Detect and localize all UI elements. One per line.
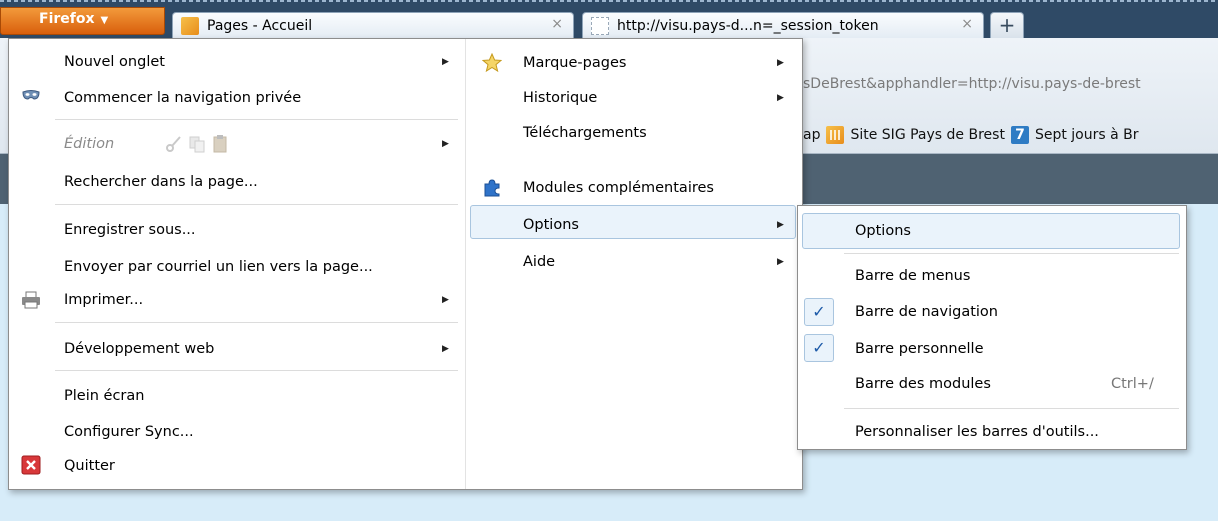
shortcut-label: Ctrl+/ <box>1111 376 1154 392</box>
sig-site-icon <box>826 126 845 144</box>
menu-separator <box>55 322 458 323</box>
private-mask-icon <box>22 90 40 100</box>
submenu-arrow-icon: ▶ <box>777 257 784 267</box>
submenu-item-navigation-bar[interactable]: Barre de navigation <box>855 297 1175 327</box>
menu-item-find-in-page[interactable]: Rechercher dans la page... <box>64 167 454 197</box>
bookmark-item[interactable]: Sept jours à Br <box>1035 127 1139 143</box>
menu-separator <box>55 204 458 205</box>
checkmark-icon: ✓ <box>804 298 834 326</box>
tab-title: http://visu.pays-d...n=_session_token <box>617 17 879 34</box>
menu-item-downloads[interactable]: Téléchargements <box>523 118 793 148</box>
menu-item-options[interactable]: Options ▶ <box>523 210 793 240</box>
firefox-menu-button[interactable]: Firefox ▼ <box>0 7 165 35</box>
submenu-arrow-icon: ▶ <box>777 58 784 68</box>
menu-separator <box>55 119 458 120</box>
bookmarks-toolbar: ap Site SIG Pays de Brest 7 Sept jours à… <box>803 126 1138 144</box>
menu-item-quit[interactable]: Quitter <box>64 451 454 481</box>
sig-favicon-icon <box>181 16 199 35</box>
menu-item-send-link[interactable]: Envoyer par courriel un lien vers la pag… <box>64 252 454 282</box>
cut-icon <box>166 136 181 152</box>
menu-separator <box>844 253 1179 254</box>
dropdown-arrow-icon: ▼ <box>100 15 109 26</box>
options-submenu: Options Barre de menus ✓ Barre de naviga… <box>797 205 1187 450</box>
menu-item-setup-sync[interactable]: Configurer Sync... <box>64 417 454 447</box>
copy-icon <box>189 136 205 153</box>
menu-item-new-tab[interactable]: Nouvel onglet ▶ <box>64 47 454 77</box>
menu-separator <box>55 370 458 371</box>
menu-item-edit[interactable]: Édition ▶ <box>64 129 454 159</box>
star-icon <box>482 53 502 73</box>
printer-icon <box>22 291 40 309</box>
menu-separator <box>844 408 1179 409</box>
submenu-arrow-icon: ▶ <box>442 57 449 67</box>
close-tab-icon[interactable]: × <box>961 16 973 32</box>
paste-icon <box>213 135 227 153</box>
menu-item-full-screen[interactable]: Plein écran <box>64 381 454 411</box>
menu-column-divider <box>465 39 466 489</box>
bookmark-item[interactable]: Site SIG Pays de Brest <box>850 127 1004 143</box>
new-tab-button[interactable]: + <box>990 12 1024 38</box>
tab-session-token[interactable]: http://visu.pays-d...n=_session_token × <box>582 12 984 38</box>
menu-item-web-developer[interactable]: Développement web ▶ <box>64 334 454 364</box>
url-bar-text[interactable]: sDeBrest&apphandler=http://visu.pays-de-… <box>803 76 1141 92</box>
submenu-arrow-icon: ▶ <box>442 295 449 305</box>
menu-item-help[interactable]: Aide ▶ <box>523 247 793 277</box>
submenu-arrow-icon: ▶ <box>777 93 784 103</box>
puzzle-icon <box>484 179 500 197</box>
menu-item-save-as[interactable]: Enregistrer sous... <box>64 215 454 245</box>
menu-item-addons[interactable]: Modules complémentaires <box>523 173 793 203</box>
submenu-item-personal-bar[interactable]: Barre personnelle <box>855 334 1175 364</box>
submenu-item-menu-bar[interactable]: Barre de menus <box>855 261 1175 291</box>
submenu-arrow-icon: ▶ <box>442 344 449 354</box>
firefox-app-menu: Nouvel onglet ▶ Commencer la navigation … <box>8 38 803 490</box>
close-tab-icon[interactable]: × <box>551 16 563 32</box>
sept-jours-icon: 7 <box>1010 126 1029 144</box>
bookmark-item[interactable]: ap <box>803 127 820 143</box>
submenu-arrow-icon: ▶ <box>777 220 784 230</box>
quit-icon <box>21 455 41 475</box>
tab-pages-accueil[interactable]: Pages - Accueil × <box>172 12 574 38</box>
firefox-button-label: Firefox <box>39 11 95 27</box>
menu-item-history[interactable]: Historique ▶ <box>523 83 793 113</box>
menu-item-print[interactable]: Imprimer... ▶ <box>64 285 454 315</box>
blank-favicon-icon <box>591 16 609 35</box>
submenu-item-options[interactable]: Options <box>855 216 1175 246</box>
submenu-arrow-icon: ▶ <box>442 139 449 149</box>
tab-title: Pages - Accueil <box>207 17 313 34</box>
submenu-item-customize-toolbars[interactable]: Personnaliser les barres d'outils... <box>855 417 1175 447</box>
menu-item-bookmarks[interactable]: Marque-pages ▶ <box>523 48 793 78</box>
menu-item-private-browsing[interactable]: Commencer la navigation privée <box>64 83 454 113</box>
checkmark-icon: ✓ <box>804 334 834 362</box>
submenu-item-addon-bar[interactable]: Barre des modules Ctrl+/ <box>855 369 1175 399</box>
